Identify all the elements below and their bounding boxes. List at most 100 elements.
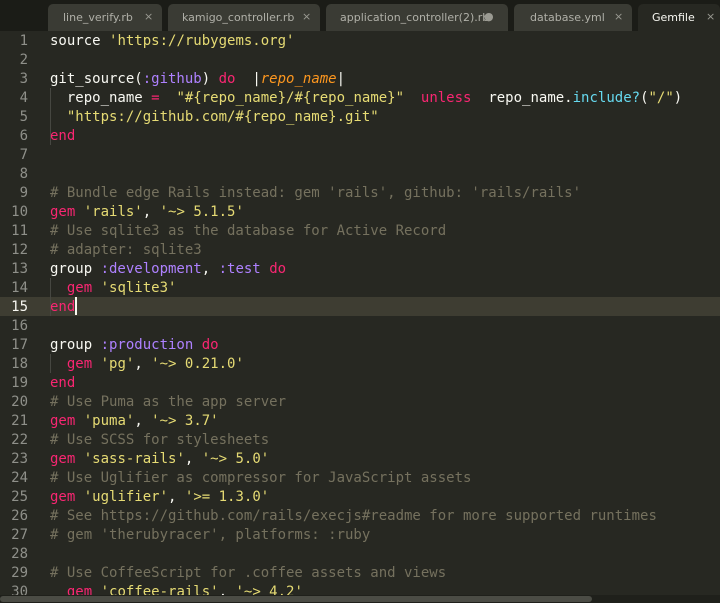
code-token: # See https://github.com/rails/execjs#re… [50,508,657,524]
close-icon[interactable]: × [144,10,153,23]
code-token: # Use Puma as the app server [50,394,287,410]
line-number: 18 [11,356,28,372]
code-area[interactable]: source 'https://rubygems.org' git_source(… [50,31,720,595]
line-number: 3 [19,71,28,87]
code-token: end [50,128,76,144]
tab-kamigo-controller[interactable]: kamigo_controller.rb × [168,4,320,31]
code-token: "https://github.com/#{repo_name}.git" [66,109,379,125]
code-line: # adapter: sqlite3 [50,241,202,260]
code-token: # Bundle edge Rails instead: gem 'rails'… [50,185,582,201]
text-cursor [75,297,77,315]
line-number: 2 [19,52,28,68]
code-line: # See https://github.com/rails/execjs#re… [50,507,657,526]
code-token: do [269,261,287,277]
code-token: '>= 1.3.0' [184,489,270,505]
code-token: :test [218,261,261,277]
code-token: :development [100,261,202,277]
horizontal-scrollbar[interactable] [0,595,720,603]
code-token: # Use CoffeeScript for .coffee assets an… [50,565,447,581]
tab-line-verify[interactable]: line_verify.rb × [48,4,162,31]
line-number: 22 [11,432,28,448]
line-number: 20 [11,394,28,410]
line-number: 10 [11,204,28,220]
line-number: 5 [19,109,28,125]
line-number-gutter: 1 2 3 4 5 6 7 8 9 10 11 12 13 14 15 16 17 18 19 20 21 22 23 24 2… [0,31,44,595]
code-token: '~> 5.0' [201,451,270,467]
tab-label: application_controller(2).rb [340,11,490,24]
code-token: source [50,33,110,49]
code-token: end [50,375,76,391]
code-token: 'coffee-rails' [100,584,219,595]
line-number: 30 [11,584,28,595]
code-token: , [142,204,160,220]
code-token: ) [201,71,219,87]
code-token: '~> 4.2' [235,584,303,595]
close-icon[interactable]: × [614,10,623,23]
code-token: 'sqlite3' [100,280,177,296]
tab-label: database.yml [530,11,605,24]
code-token: "/" [648,90,674,106]
code-token: include? [572,90,641,106]
code-token: "#{repo_name}/#{repo_name}" [176,90,405,106]
scrollbar-thumb[interactable] [0,596,592,602]
code-token: '~> 5.1.5' [159,204,244,220]
code-token: = [151,90,160,106]
code-line: # Use CoffeeScript for .coffee assets an… [50,564,446,583]
tab-bar: line_verify.rb × kamigo_controller.rb × … [0,0,720,31]
line-number: 26 [11,508,28,524]
code-token: git_source( [50,71,143,87]
code-token: do [201,337,219,353]
code-token: gem [50,204,76,220]
code-line: # Use SCSS for stylesheets [50,431,269,450]
code-token: # Use sqlite3 as the database for Active… [50,223,447,239]
code-editor[interactable]: 1 2 3 4 5 6 7 8 9 10 11 12 13 14 15 16 17 18 19 20 21 22 23 24 2… [0,31,720,595]
code-line: repo_name = "#{repo_name}/#{repo_name}" … [50,89,682,108]
code-token: 'https://rubygems.org' [109,33,295,49]
line-number: 8 [19,166,28,182]
close-icon[interactable]: × [706,10,715,23]
code-token: gem [66,356,93,372]
line-number: 25 [11,489,28,505]
tab-label: line_verify.rb [63,11,133,24]
line-number: 28 [11,546,28,562]
code-line: end [50,127,75,146]
line-number: 12 [11,242,28,258]
line-number: 21 [11,413,28,429]
code-token: group [50,337,101,353]
code-token: :github [142,71,202,87]
tab-label: kamigo_controller.rb [182,11,295,24]
code-line: gem 'sass-rails', '~> 5.0' [50,450,269,469]
line-number: 13 [11,261,28,277]
line-number: 24 [11,470,28,486]
code-token: , [218,584,236,595]
code-line: # Use sqlite3 as the database for Active… [50,222,446,241]
code-token: , [134,413,152,429]
unsaved-dot-icon[interactable]: ● [484,10,494,23]
line-number: 29 [11,565,28,581]
line-number: 9 [19,185,28,201]
line-number: 1 [19,33,28,49]
code-line: group :development, :test do [50,260,286,279]
code-line: # Bundle edge Rails instead: gem 'rails'… [50,184,581,203]
tab-gemfile[interactable]: Gemfile × [638,4,720,31]
code-token: gem [66,584,93,595]
tab-label: Gemfile [652,11,695,24]
code-line: end [50,298,75,317]
tab-database-yml[interactable]: database.yml × [514,4,632,31]
close-icon[interactable]: × [302,10,311,23]
line-number: 15 [11,299,28,315]
code-line: gem 'pg', '~> 0.21.0' [50,355,244,374]
code-token: gem [50,489,76,505]
code-token: repo_name [50,90,152,106]
tab-application-controller[interactable]: application_controller(2).rb ● [326,4,508,31]
code-token: ) [673,90,683,106]
code-token: | [252,71,261,87]
